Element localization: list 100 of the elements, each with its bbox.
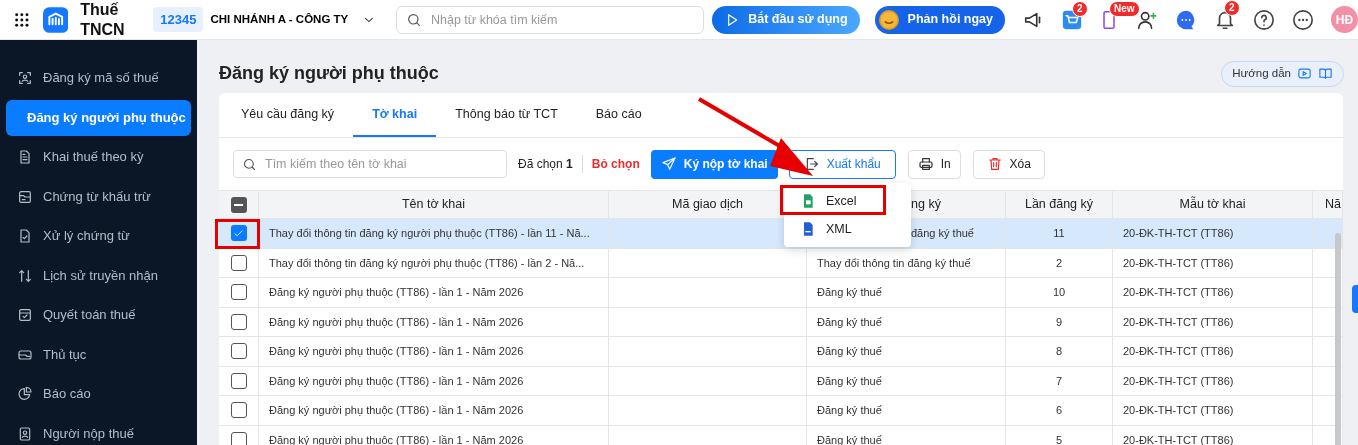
sign-submit-button[interactable]: Ký nộp tờ khai bbox=[650, 149, 778, 179]
table-cell-text: Đăng ký người phụ thuộc (TT86) - lần 1 - Năm 2026 bbox=[269, 373, 524, 389]
table-cell-text: Đăng ký thuế bbox=[817, 285, 882, 300]
help-icon[interactable] bbox=[1253, 8, 1275, 31]
table-cell-text: Đăng ký người phụ thuộc (TT86) - lần 1 - Năm 2026 bbox=[269, 403, 524, 418]
search-icon bbox=[406, 11, 422, 28]
row-checkbox[interactable] bbox=[230, 254, 247, 271]
tab[interactable]: Yêu cầu đăng ký bbox=[222, 93, 354, 137]
chat-icon[interactable] bbox=[1175, 8, 1197, 31]
row-checkbox[interactable] bbox=[230, 343, 247, 360]
row-checkbox[interactable] bbox=[230, 402, 247, 419]
video-icon bbox=[1297, 66, 1312, 81]
sidebar-item[interactable]: Đăng ký người phụ thuộc bbox=[6, 99, 191, 136]
sidebar-item[interactable]: Đăng ký mã số thuế bbox=[6, 60, 191, 96]
table-cell-text: 20-ĐK-TH-TCT (TT86) bbox=[1123, 314, 1234, 330]
scrollbar[interactable] bbox=[1335, 233, 1341, 445]
sidebar-item[interactable]: Khai thuế theo kỳ bbox=[6, 139, 191, 175]
table-cell-text: 20-ĐK-TH-TCT (TT86) bbox=[1123, 285, 1234, 300]
delete-button[interactable]: Xóa bbox=[972, 149, 1045, 179]
table-cell-text: 20-ĐK-TH-TCT (TT86) bbox=[1123, 255, 1234, 271]
sidebar-item[interactable]: Quyết toán thuế bbox=[6, 297, 191, 333]
sidebar-item[interactable]: Người nộp thuế bbox=[6, 415, 191, 445]
menu-item-icon bbox=[17, 386, 33, 402]
table-cell-text: Đăng ký thuế bbox=[817, 314, 882, 330]
row-checkbox[interactable] bbox=[230, 313, 247, 330]
menu-item-icon bbox=[17, 149, 33, 165]
table-cell-text: 11 bbox=[1053, 226, 1065, 241]
sidebar-item[interactable]: Chứng từ khấu trừ bbox=[6, 178, 191, 215]
count-badge: 2 bbox=[1072, 0, 1088, 17]
row-checkbox[interactable] bbox=[230, 372, 247, 389]
apps-grid-icon[interactable] bbox=[13, 10, 31, 29]
table-cell-text: Đăng ký thuế bbox=[817, 344, 882, 359]
book-icon bbox=[1318, 66, 1333, 81]
table-cell-text: Thay đổi thông tin đăng ký người phụ thuộc (TT86) - lần 2 - Nă... bbox=[269, 255, 585, 271]
table-cell-text: Đăng ký người phụ thuộc (TT86) - lần 1 - Năm 2026 bbox=[269, 344, 524, 359]
delete-icon bbox=[986, 156, 1003, 172]
table-cell-text: 6 bbox=[1055, 403, 1063, 418]
menu-item-icon bbox=[17, 188, 33, 205]
table-cell-text: Đăng ký thuế bbox=[817, 403, 882, 418]
guide-button[interactable]: Hướng dẫn bbox=[1221, 60, 1344, 87]
table-row[interactable]: Đăng ký người phụ thuộc (TT86) - lần 1 - Năm 2026 Đăng ký thuế 10 20-ĐK-TH-TCT (TT86) bbox=[219, 278, 1343, 308]
row-checkbox[interactable] bbox=[230, 225, 247, 242]
column-header: Mã giao dịch bbox=[672, 196, 743, 214]
table-cell-text: đăng ký thuế bbox=[911, 226, 974, 241]
tab[interactable]: Tờ khai bbox=[353, 93, 437, 137]
table-cell-text: 10 bbox=[1052, 285, 1066, 300]
table-cell-text: 20-ĐK-TH-TCT (TT86) bbox=[1123, 344, 1234, 359]
export-button[interactable]: Xuất khẩu bbox=[788, 149, 896, 179]
tab[interactable]: Thông báo từ TCT bbox=[436, 93, 577, 137]
branch-code: 12345 bbox=[153, 6, 204, 33]
column-header: Tên tờ khai bbox=[401, 196, 466, 214]
table-cell-text: Thay đổi thông tin đăng ký người phụ thuộc (TT86) - lần 11 - Nă... bbox=[269, 226, 590, 241]
table-cell-text: 7 bbox=[1055, 373, 1063, 389]
table-row[interactable]: Thay đổi thông tin đăng ký người phụ thuộc (TT86) - lần 2 - Nă... Thay đổi thông tin đăng ký thuế 2 20-ĐK-TH-TCT (TT86) bbox=[219, 248, 1343, 278]
column-header: ng ký bbox=[911, 196, 941, 214]
table-row[interactable]: Đăng ký người phụ thuộc (TT86) - lần 1 - Năm 2026 Đăng ký thuế 9 20-ĐK-TH-TCT (TT86) bbox=[219, 307, 1343, 337]
print-icon bbox=[917, 156, 934, 172]
sidebar-item[interactable]: Thủ tục bbox=[6, 336, 191, 373]
tab[interactable]: Báo cáo bbox=[576, 93, 661, 137]
menu-item-icon bbox=[17, 307, 33, 323]
table-row[interactable]: Đăng ký người phụ thuộc (TT86) - lần 1 - Năm 2026 Đăng ký thuế 7 20-ĐK-TH-TCT (TT86) bbox=[219, 366, 1343, 396]
table-cell-text: Đăng ký người phụ thuộc (TT86) - lần 1 - Năm 2026 bbox=[269, 314, 524, 330]
print-button[interactable]: In bbox=[907, 149, 961, 179]
table-cell-text: 8 bbox=[1055, 344, 1063, 359]
menu-item[interactable]: Excel bbox=[784, 187, 911, 215]
menu-item-icon bbox=[17, 70, 33, 86]
table-cell-text: 20-ĐK-TH-TCT (TT86) bbox=[1123, 373, 1234, 389]
column-header: Lần đăng ký bbox=[1024, 196, 1094, 214]
table-cell-text: 5 bbox=[1055, 432, 1063, 445]
check-icon bbox=[233, 227, 244, 239]
select-all-checkbox[interactable] bbox=[230, 196, 247, 213]
feedback-button[interactable]: Phản hồi ngay bbox=[874, 5, 1005, 34]
count-badge: 2 bbox=[1224, 0, 1240, 16]
table-cell-text: 9 bbox=[1055, 314, 1063, 330]
new-badge: New bbox=[1109, 0, 1140, 17]
menu-item-icon bbox=[17, 425, 33, 442]
column-header: Mẫu tờ khai bbox=[1179, 195, 1246, 214]
clear-selection-link[interactable]: Bỏ chọn bbox=[591, 155, 640, 173]
row-checkbox[interactable] bbox=[230, 284, 247, 301]
table-cell-text: 20-ĐK-TH-TCT (TT86) bbox=[1123, 226, 1234, 241]
smiley-icon bbox=[877, 8, 900, 31]
search-field[interactable]: Nhập từ khóa tìm kiếm bbox=[396, 5, 705, 34]
table-cell-text: Thay đổi thông tin đăng ký thuế bbox=[817, 255, 971, 271]
table-cell-text: Đăng ký người phụ thuộc (TT86) - lần 1 - Năm 2026 bbox=[269, 285, 524, 300]
sidebar-item[interactable]: Xử lý chứng từ bbox=[6, 218, 191, 254]
table-row[interactable]: Đăng ký người phụ thuộc (TT86) - lần 1 - Năm 2026 Đăng ký thuế 6 20-ĐK-TH-TCT (TT86) bbox=[219, 396, 1343, 426]
sidebar-item[interactable]: Báo cáo bbox=[6, 376, 191, 412]
row-checkbox[interactable] bbox=[230, 431, 247, 445]
sidebar-item[interactable]: Lịch sử truyền nhận bbox=[6, 257, 191, 294]
search-field[interactable]: Tìm kiếm theo tên tờ khai bbox=[233, 150, 507, 178]
menu-item-icon bbox=[17, 228, 33, 244]
start-button[interactable]: Bắt đầu sử dụng bbox=[712, 5, 860, 34]
more-icon[interactable] bbox=[1292, 8, 1314, 31]
column-header: Nă bbox=[1325, 196, 1341, 214]
branch-name[interactable]: CHI NHÁNH A - CÔNG TY bbox=[210, 10, 349, 29]
table-row[interactable]: Đăng ký người phụ thuộc (TT86) - lần 1 - Năm 2026 Đăng ký thuế 8 20-ĐK-TH-TCT (TT86) bbox=[219, 337, 1343, 367]
page-title: Đăng ký người phụ thuộc bbox=[219, 62, 439, 85]
table-cell-text: 20-ĐK-TH-TCT (TT86) bbox=[1123, 403, 1234, 418]
table-cell-text: 2 bbox=[1055, 255, 1063, 271]
logo-icon bbox=[42, 6, 69, 33]
